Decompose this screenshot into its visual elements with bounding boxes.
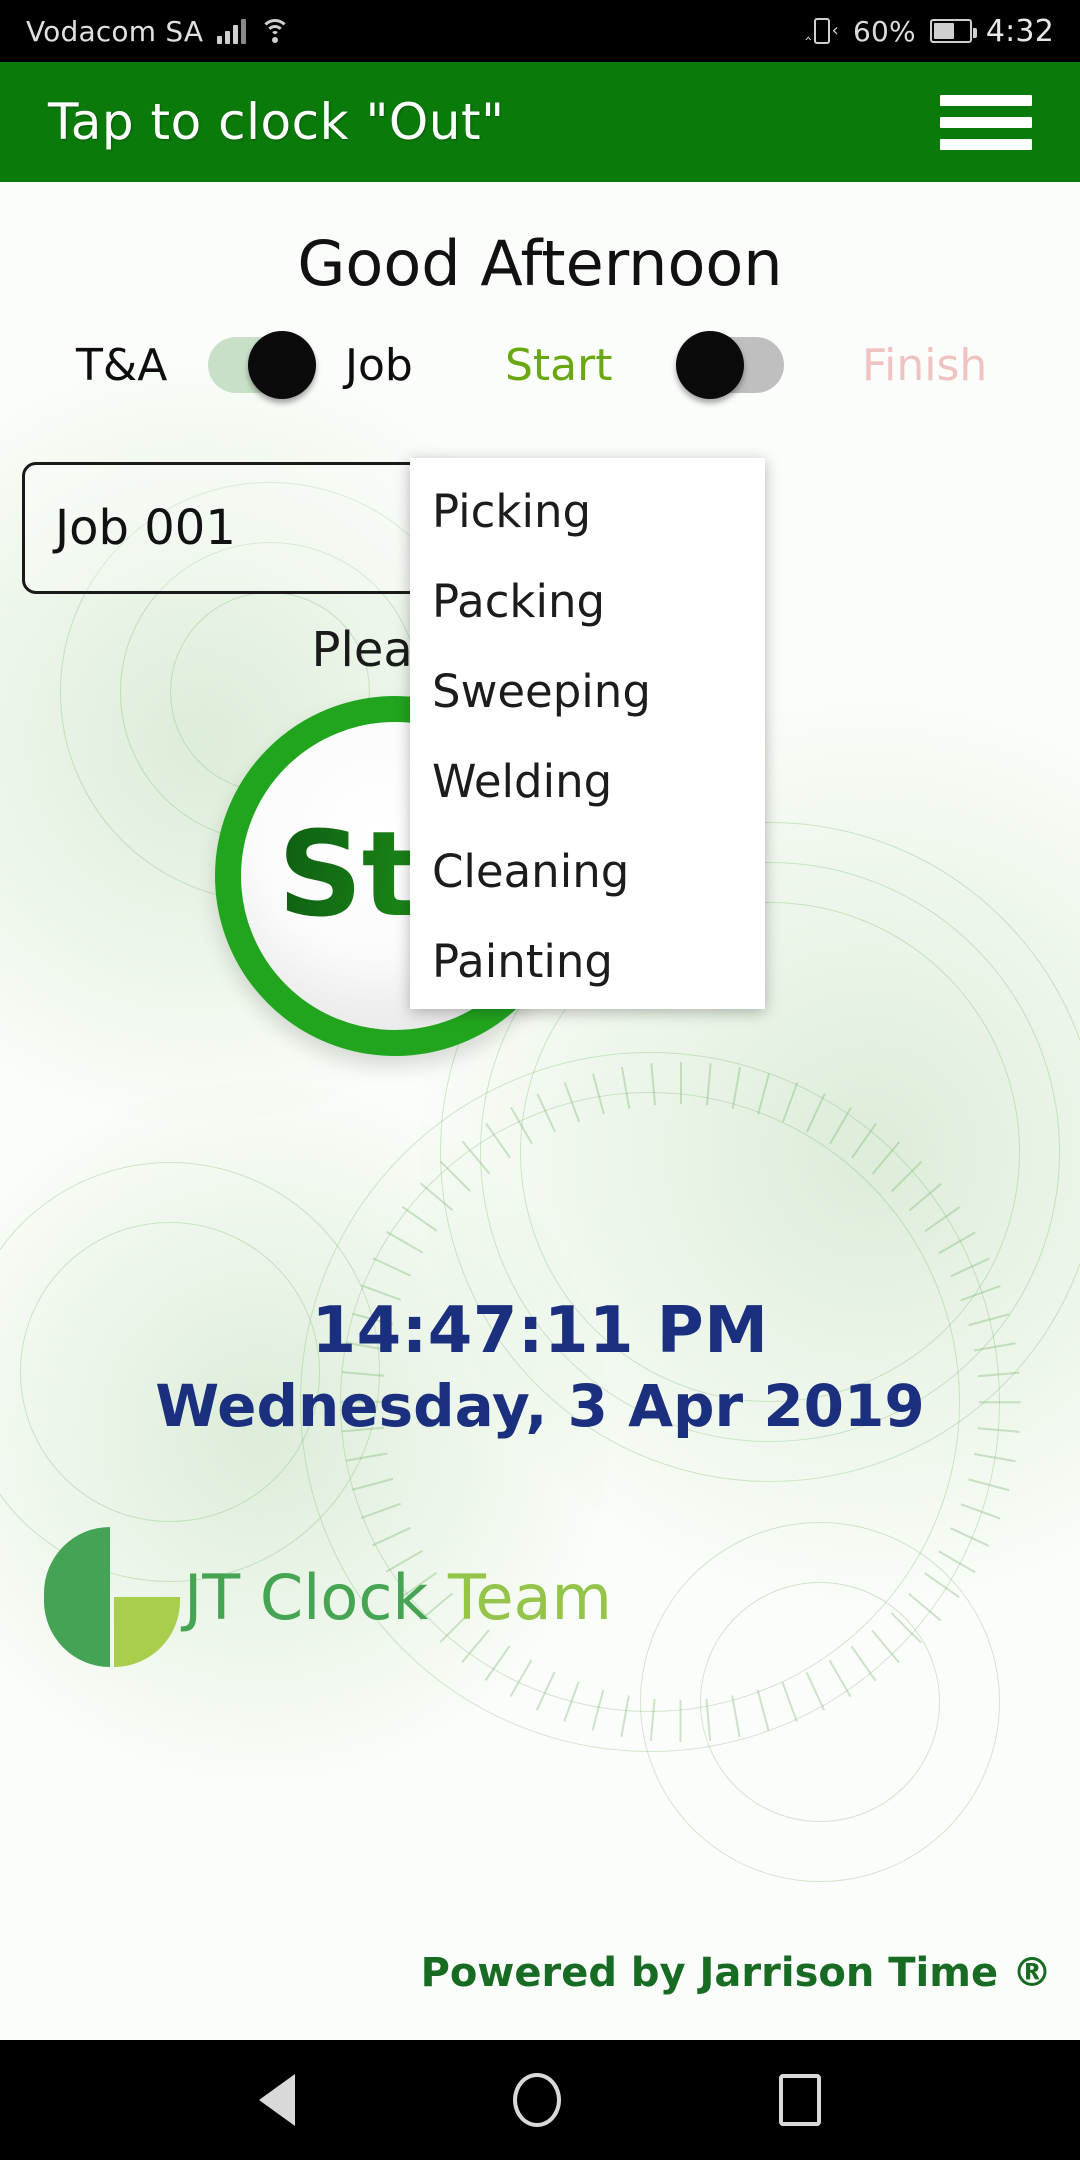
dropdown-option[interactable]: Packing xyxy=(410,556,765,646)
toggle-label-job: Job xyxy=(345,339,413,391)
dropdown-option[interactable]: Picking xyxy=(410,466,765,556)
dropdown-option[interactable]: Cleaning xyxy=(410,826,765,916)
greeting-text: Good Afternoon xyxy=(297,227,783,300)
carrier-label: Vodacom SA xyxy=(26,14,204,48)
hamburger-menu-icon[interactable] xyxy=(940,94,1032,150)
status-bar-left: Vodacom SA xyxy=(26,14,291,48)
vibrate-icon: ‸ ‹ xyxy=(805,18,839,44)
status-bar-clock: 4:32 xyxy=(985,13,1054,49)
toggle-start-finish-thumb xyxy=(676,331,744,399)
home-circle-icon[interactable] xyxy=(513,2073,561,2127)
toggle-label-ta: T&A xyxy=(76,339,168,391)
job-options-dropdown-menu[interactable]: Picking Packing Sweeping Welding Cleaning Pai… xyxy=(410,458,765,1009)
dropdown-option[interactable]: Sweeping xyxy=(410,646,765,736)
dropdown-option[interactable]: Painting xyxy=(410,916,765,1006)
signal-bars-icon xyxy=(217,18,247,44)
current-time: 14:47:11 PM xyxy=(311,1294,769,1368)
phone-screen: Vodacom SA ‸ ‹ 60% 4:32 Tap to clock "Out… xyxy=(0,0,1080,2160)
toggle-ta-job-thumb xyxy=(248,331,316,399)
status-bar: Vodacom SA ‸ ‹ 60% 4:32 xyxy=(0,0,1080,62)
battery-icon xyxy=(929,19,977,43)
brand-name-primary: JT Clock xyxy=(184,1560,449,1634)
brand-name-secondary: Team xyxy=(448,1560,612,1634)
status-bar-right: ‸ ‹ 60% 4:32 xyxy=(805,14,1054,49)
brand-name: JT Clock Team xyxy=(184,1561,612,1634)
app-bar: Tap to clock "Out" xyxy=(0,62,1080,182)
recents-square-icon[interactable] xyxy=(779,2074,821,2126)
toggle-ta-job[interactable] xyxy=(208,331,316,399)
android-navigation-bar xyxy=(0,2040,1080,2160)
toggle-start-finish[interactable] xyxy=(676,331,784,399)
brand-logo-block: JT Clock Team xyxy=(44,1527,612,1667)
job-select-value: Job 001 xyxy=(55,500,236,556)
back-triangle-icon[interactable] xyxy=(259,2074,295,2126)
main-content: Good Afternoon T&A Job Start Finish Job … xyxy=(0,182,1080,2040)
wifi-icon xyxy=(260,19,291,43)
battery-percent-label: 60% xyxy=(852,14,916,48)
toggle-label-finish: Finish xyxy=(862,339,988,391)
powered-by-label: Powered by Jarrison Time ® xyxy=(420,1950,1052,1996)
toggle-label-start: Start xyxy=(505,339,613,391)
jt-clock-team-logo xyxy=(44,1527,180,1667)
current-date: Wednesday, 3 Apr 2019 xyxy=(155,1372,925,1440)
dropdown-option[interactable]: Welding xyxy=(410,736,765,826)
app-bar-title: Tap to clock "Out" xyxy=(48,93,505,151)
mode-toggle-row: T&A Job Start Finish xyxy=(0,322,1080,408)
